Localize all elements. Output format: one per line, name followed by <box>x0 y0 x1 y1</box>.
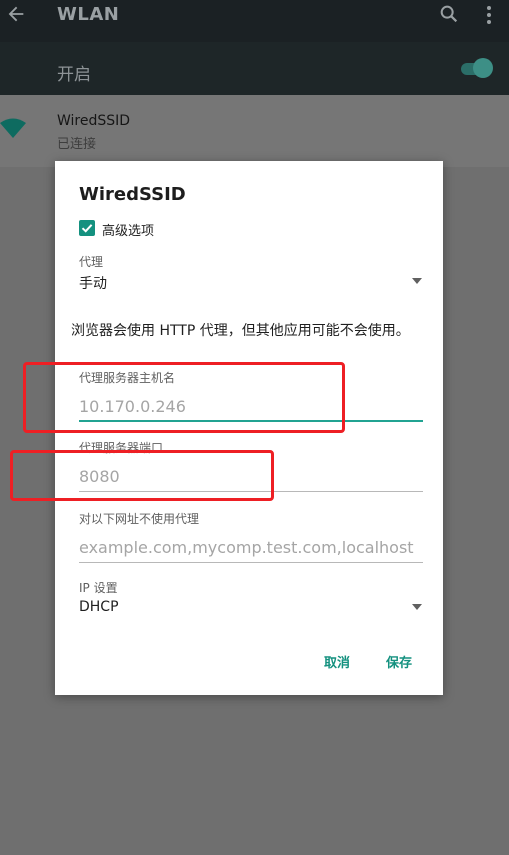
advanced-options-label: 高级选项 <box>102 224 155 239</box>
checkbox-checked-icon <box>81 224 93 233</box>
network-list-item[interactable] <box>0 95 509 167</box>
back-arrow-icon[interactable] <box>5 3 27 25</box>
dropdown-arrow-icon[interactable] <box>412 604 422 610</box>
more-vert-icon[interactable] <box>482 4 496 26</box>
proxy-notice: 浏览器会使用 HTTP 代理，但其他应用可能不会使用。 <box>71 323 410 339</box>
bypass-input[interactable] <box>79 533 423 563</box>
highlight-box-hostname <box>23 362 345 433</box>
toggle-thumb <box>473 58 493 78</box>
ip-settings-select[interactable]: DHCP <box>79 599 119 615</box>
proxy-label: 代理 <box>79 255 104 269</box>
top-app-bar: WLAN <box>0 0 509 42</box>
advanced-options-checkbox[interactable] <box>79 220 95 236</box>
wlan-switch-bar: 开启 <box>0 42 509 95</box>
highlight-box-port <box>10 450 274 501</box>
wlan-toggle[interactable] <box>459 58 493 78</box>
network-name: WiredSSID <box>57 113 131 129</box>
bypass-label: 对以下网址不使用代理 <box>79 512 200 526</box>
switch-label: 开启 <box>57 65 91 85</box>
save-button[interactable]: 保存 <box>386 652 412 671</box>
page-title: WLAN <box>57 4 120 25</box>
cancel-button[interactable]: 取消 <box>324 652 350 671</box>
proxy-select[interactable]: 手动 <box>79 273 107 293</box>
ip-settings-label: IP 设置 <box>79 581 118 595</box>
search-icon[interactable] <box>438 3 460 25</box>
dropdown-arrow-icon[interactable] <box>412 278 422 284</box>
wifi-icon <box>0 118 26 138</box>
network-status: 已连接 <box>57 137 97 152</box>
dialog-title: WiredSSID <box>79 184 186 205</box>
